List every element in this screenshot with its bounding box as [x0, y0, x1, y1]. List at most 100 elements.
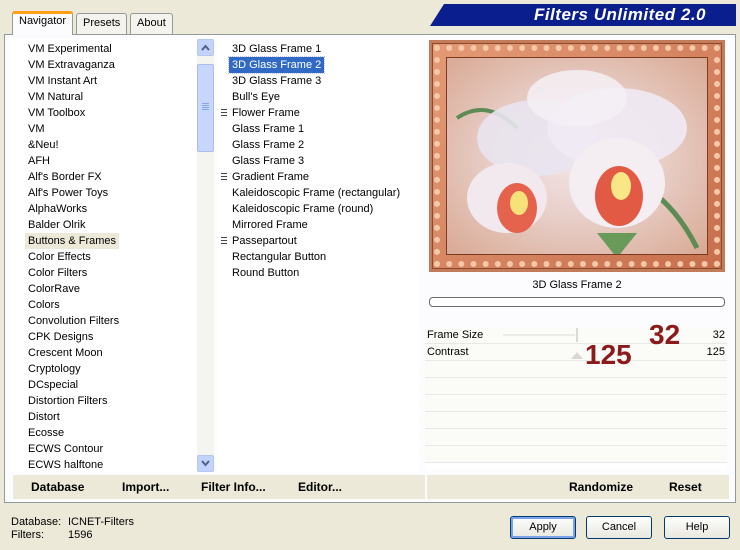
category-item[interactable]: Colors: [9, 297, 63, 313]
item-label: Distort: [28, 411, 60, 423]
filter-item[interactable]: Rectangular Button: [217, 249, 329, 265]
filter-item[interactable]: Flower Frame: [217, 105, 303, 121]
param-contrast[interactable]: Contrast 125: [425, 344, 727, 361]
preview-filter-name: 3D Glass Frame 2: [532, 279, 622, 291]
preset-grip-icon: [221, 173, 227, 182]
cancel-button[interactable]: Cancel: [586, 516, 652, 539]
help-button[interactable]: Help: [664, 516, 730, 539]
param-label: Contrast: [427, 346, 469, 358]
reset-button[interactable]: Reset: [669, 480, 702, 494]
scroll-down-button[interactable]: [197, 455, 214, 472]
param-empty-row: [425, 412, 727, 429]
category-item[interactable]: AFH: [9, 153, 53, 169]
item-label: Mirrored Frame: [232, 219, 308, 231]
category-item[interactable]: Distortion Filters: [9, 393, 110, 409]
item-label: AFH: [28, 155, 50, 167]
filter-item[interactable]: Mirrored Frame: [217, 217, 311, 233]
item-label: Alf's Power Toys: [28, 187, 109, 199]
param-value: 32: [712, 329, 725, 341]
category-item[interactable]: Crescent Moon: [9, 345, 106, 361]
filter-list[interactable]: 3D Glass Frame 1 3D Glass Frame 2 3D Glass…: [217, 39, 419, 472]
category-item[interactable]: VM Extravaganza: [9, 57, 118, 73]
item-label: &Neu!: [28, 139, 59, 151]
item-label: CPK Designs: [28, 331, 94, 343]
category-item[interactable]: Color Effects: [9, 249, 94, 265]
status-label: Filters:: [11, 529, 44, 541]
param-actions-bar: Randomize Reset: [427, 475, 729, 499]
thumb-grip: [202, 103, 209, 111]
param-empty-row: [425, 395, 727, 412]
param-frame-size[interactable]: Frame Size 32: [425, 327, 727, 344]
param-empty-row: [425, 446, 727, 463]
category-item[interactable]: Balder Olrik: [9, 217, 88, 233]
item-label: ECWS Contour: [28, 443, 104, 455]
filter-item[interactable]: Kaleidoscopic Frame (rectangular): [217, 185, 403, 201]
category-item[interactable]: CPK Designs: [9, 329, 96, 345]
category-item[interactable]: VM Experimental: [9, 41, 115, 57]
category-item[interactable]: Alf's Border FX: [9, 169, 105, 185]
category-item[interactable]: ECWS halftone: [9, 457, 106, 472]
chevron-down-icon: [201, 460, 210, 467]
item-label: Passepartout: [232, 235, 297, 247]
category-item[interactable]: ColorRave: [9, 281, 83, 297]
category-item[interactable]: Convolution Filters: [9, 313, 122, 329]
filter-item[interactable]: 3D Glass Frame 2: [217, 56, 326, 74]
filter-item[interactable]: Glass Frame 3: [217, 153, 307, 169]
item-label: Distortion Filters: [28, 395, 108, 407]
category-item[interactable]: Alf's Power Toys: [9, 185, 111, 201]
filter-item[interactable]: Gradient Frame: [217, 169, 312, 185]
status-label: Database:: [11, 516, 62, 528]
category-item[interactable]: AlphaWorks: [9, 201, 90, 217]
item-label: VM Toolbox: [28, 107, 86, 119]
item-label: Glass Frame 2: [232, 139, 305, 151]
tab-navigator[interactable]: Navigator: [12, 11, 74, 35]
item-label: VM Extravaganza: [28, 59, 115, 71]
item-label: Gradient Frame: [232, 171, 310, 183]
item-label: Glass Frame 3: [232, 155, 305, 167]
item-label: 3D Glass Frame 2: [227, 56, 326, 74]
import-button[interactable]: Import...: [122, 480, 169, 494]
preset-grip-icon: [221, 109, 227, 118]
randomize-button[interactable]: Randomize: [569, 480, 633, 494]
filter-item[interactable]: Glass Frame 1: [217, 121, 307, 137]
filter-item[interactable]: Round Button: [217, 265, 302, 281]
item-label: ECWS halftone: [28, 459, 104, 471]
category-item[interactable]: ECWS Contour: [9, 441, 106, 457]
status-database: Database: ICNET-Filters: [11, 516, 134, 528]
tab-presets[interactable]: Presets: [76, 13, 128, 34]
category-item[interactable]: &Neu!: [9, 137, 62, 153]
filter-item[interactable]: Glass Frame 2: [217, 137, 307, 153]
category-item[interactable]: VM Instant Art: [9, 73, 100, 89]
filter-info-button[interactable]: Filter Info...: [201, 480, 266, 494]
item-label: VM Experimental: [28, 43, 112, 55]
database-button[interactable]: Database: [31, 480, 84, 494]
app-title-banner: Filters Unlimited 2.0: [430, 4, 736, 26]
editor-button[interactable]: Editor...: [298, 480, 342, 494]
category-item[interactable]: Ecosse: [9, 425, 67, 441]
filter-item[interactable]: 3D Glass Frame 1: [217, 41, 324, 57]
category-item[interactable]: DCspecial: [9, 377, 81, 393]
filter-item[interactable]: Kaleidoscopic Frame (round): [217, 201, 376, 217]
navigator-panel: VM Experimental VM Extravaganza VM Instant…: [4, 34, 736, 503]
category-item[interactable]: Buttons & Frames: [9, 233, 120, 249]
status-value: ICNET-Filters: [68, 516, 134, 528]
item-label: Convolution Filters: [28, 315, 120, 327]
category-list[interactable]: VM Experimental VM Extravaganza VM Instant…: [9, 39, 197, 472]
scroll-thumb[interactable]: [197, 64, 214, 152]
item-label: VM Instant Art: [28, 75, 98, 87]
filter-item[interactable]: Passepartout: [217, 233, 300, 249]
filter-item[interactable]: Bull's Eye: [217, 89, 283, 105]
tab-about[interactable]: About: [130, 13, 173, 34]
scroll-up-button[interactable]: [197, 39, 214, 56]
category-item[interactable]: VM: [9, 121, 48, 137]
category-scrollbar[interactable]: [197, 39, 214, 472]
param-value: 125: [706, 346, 725, 358]
category-item[interactable]: Distort: [9, 409, 63, 425]
category-item[interactable]: Cryptology: [9, 361, 84, 377]
item-label: AlphaWorks: [28, 203, 88, 215]
category-item[interactable]: VM Natural: [9, 89, 86, 105]
category-item[interactable]: Color Filters: [9, 265, 90, 281]
apply-button[interactable]: Apply: [510, 516, 576, 539]
filter-item[interactable]: 3D Glass Frame 3: [217, 73, 324, 89]
category-item[interactable]: VM Toolbox: [9, 105, 88, 121]
